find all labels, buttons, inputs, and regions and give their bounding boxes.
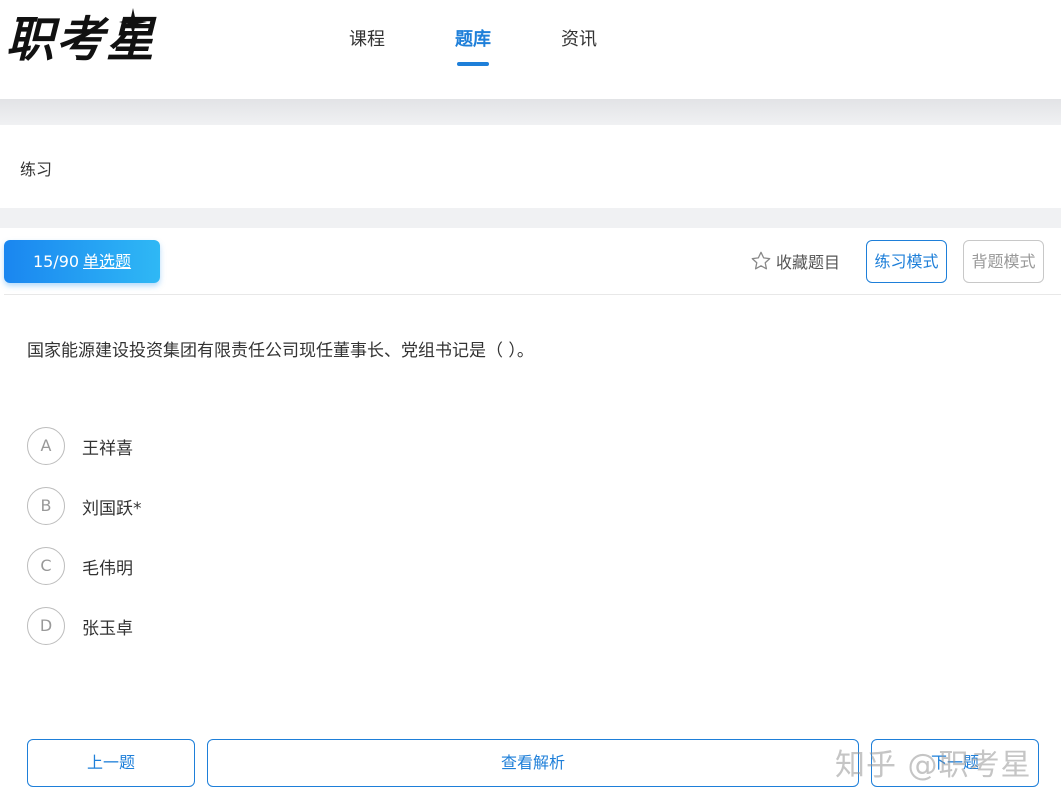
toolbar-divider <box>4 294 1061 295</box>
breadcrumb-card: 练习 <box>4 125 1061 208</box>
recite-mode-button[interactable]: 背题模式 <box>963 240 1044 283</box>
nav-item-news[interactable]: 资讯 <box>561 0 597 80</box>
breadcrumb: 练习 <box>20 160 53 179</box>
option-d[interactable]: D 张玉卓 <box>27 606 427 646</box>
question-type: 单选题 <box>83 252 132 271</box>
logo-sparkle-icon <box>119 8 147 36</box>
option-a[interactable]: A 王祥喜 <box>27 426 427 466</box>
option-letter: B <box>27 487 65 525</box>
star-icon <box>751 251 771 270</box>
option-letter: A <box>27 427 65 465</box>
next-question-button[interactable]: 下一题 <box>871 739 1039 787</box>
option-text: 张玉卓 <box>82 618 133 639</box>
practice-mode-button[interactable]: 练习模式 <box>866 240 947 283</box>
favorite-button[interactable]: 收藏题目 <box>750 248 840 274</box>
site-header: 职考星 课程 题库 资讯 <box>0 0 1061 99</box>
question-card: 15/90 单选题 收藏题目 练习模式 背题模式 国家能源建设投资集团有限责任公司… <box>4 228 1061 806</box>
option-text: 刘国跃* <box>82 498 142 519</box>
site-logo[interactable]: 职考星 <box>6 8 156 70</box>
nav-item-question-bank[interactable]: 题库 <box>455 0 491 80</box>
header-separator <box>0 99 1061 125</box>
question-progress: 15/90 <box>32 252 80 271</box>
view-analysis-button[interactable]: 查看解析 <box>207 739 859 787</box>
prev-question-button[interactable]: 上一题 <box>27 739 195 787</box>
option-letter: D <box>27 607 65 645</box>
option-text: 王祥喜 <box>82 438 133 459</box>
option-text: 毛伟明 <box>82 558 133 579</box>
section-separator <box>0 208 1061 228</box>
question-text: 国家能源建设投资集团有限责任公司现任董事长、党组书记是（ ）。 <box>27 341 534 361</box>
question-tag: 15/90 单选题 <box>4 240 160 283</box>
option-letter: C <box>27 547 65 585</box>
nav-item-courses[interactable]: 课程 <box>349 0 385 80</box>
main-nav: 课程 题库 资讯 <box>330 0 597 99</box>
favorite-label: 收藏题目 <box>776 253 841 272</box>
option-c[interactable]: C 毛伟明 <box>27 546 427 586</box>
option-b[interactable]: B 刘国跃* <box>27 486 427 526</box>
